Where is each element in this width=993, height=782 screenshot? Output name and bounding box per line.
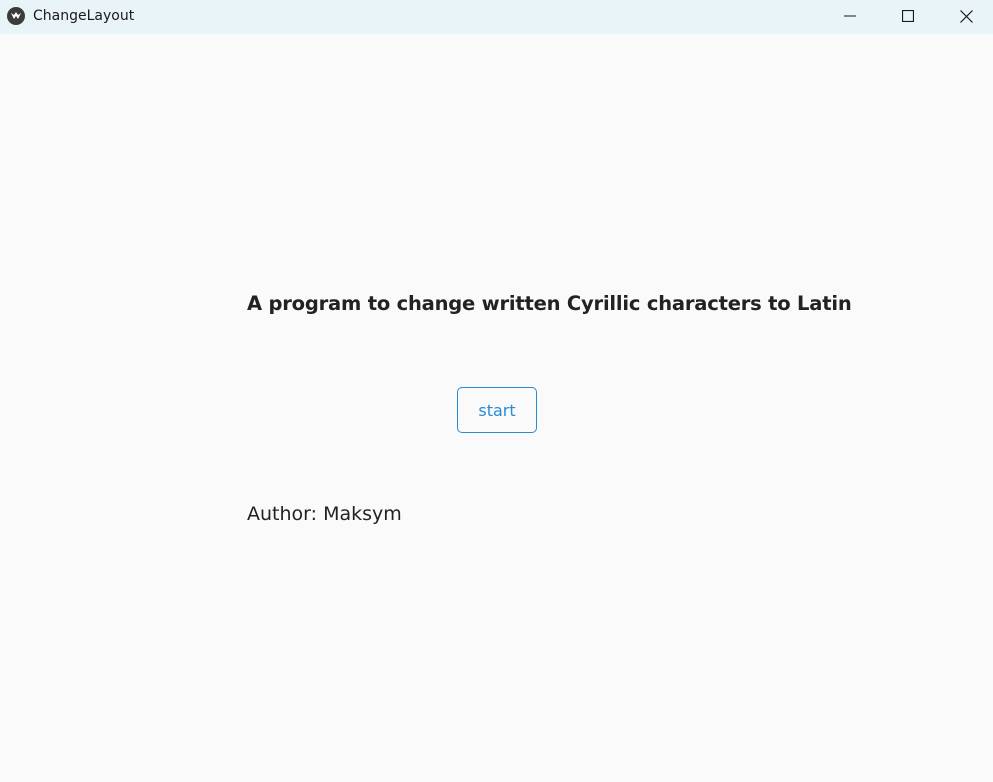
close-button[interactable] [937,0,993,32]
page-title: A program to change written Cyrillic cha… [247,292,852,315]
main-content: A program to change written Cyrillic cha… [0,34,993,782]
author-label: Author: Maksym [247,503,402,525]
maximize-icon [902,10,914,22]
window-title: ChangeLayout [33,8,135,24]
maximize-button[interactable] [879,0,937,32]
app-icon [7,7,25,25]
minimize-icon [844,15,856,17]
title-bar: ChangeLayout [0,0,993,34]
close-icon [959,9,973,23]
minimize-button[interactable] [821,0,879,32]
start-button[interactable]: start [457,387,537,433]
